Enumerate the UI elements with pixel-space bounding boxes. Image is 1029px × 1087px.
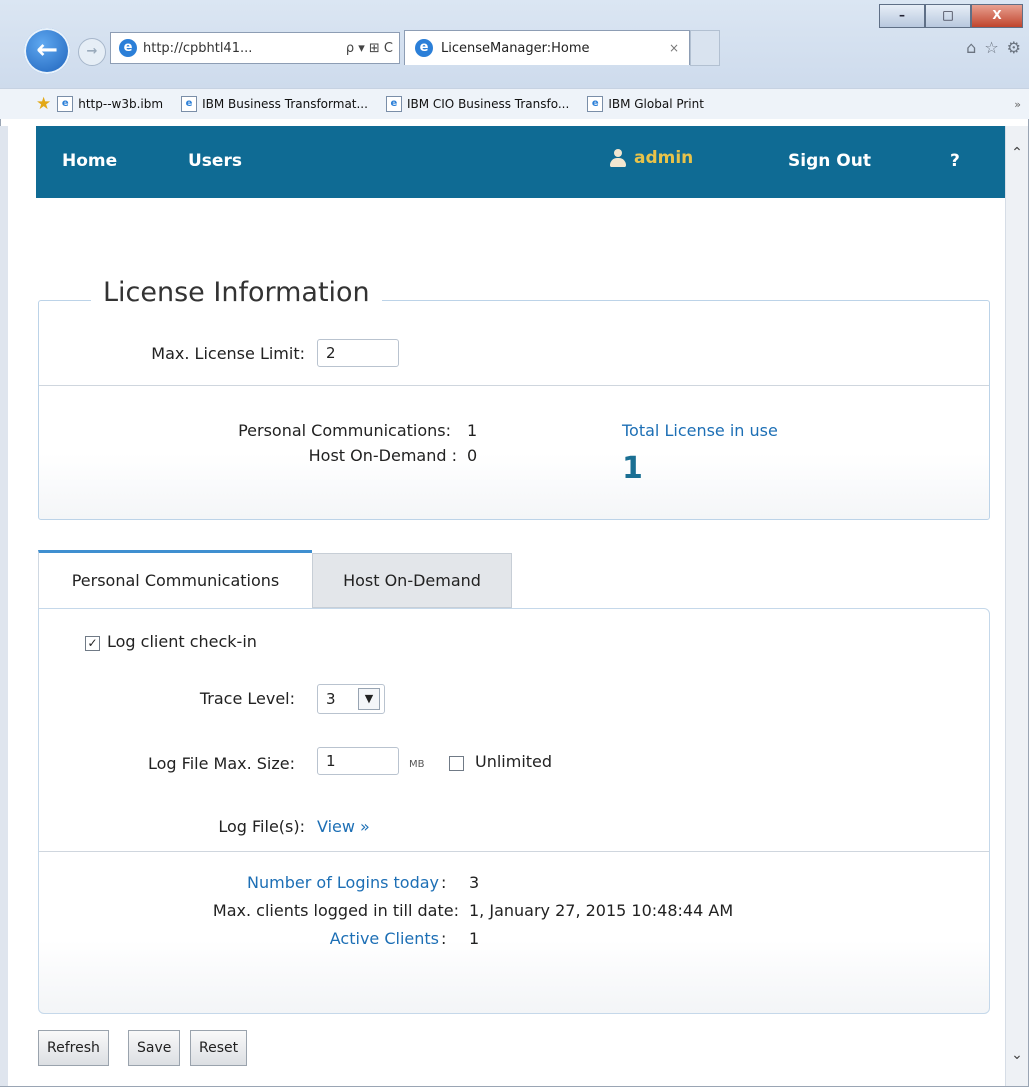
reset-button[interactable]: Reset <box>190 1030 248 1066</box>
trace-level-value: 3 <box>326 690 336 708</box>
pcomm-count-value: 1 <box>467 421 478 440</box>
unlimited-label: Unlimited <box>475 752 553 771</box>
log-file-max-size-label: Log File Max. Size: <box>147 754 295 773</box>
ie-page-icon: e <box>181 96 198 112</box>
favorite-link[interactable]: e IBM Global Print <box>587 96 704 112</box>
unlimited-checkbox[interactable] <box>449 756 464 771</box>
max-clients-label: Max. clients logged in till date: <box>212 901 459 920</box>
browser-tools: ⌂ ☆ ⚙ <box>966 38 1021 57</box>
home-icon[interactable]: ⌂ <box>966 38 976 57</box>
browser-chrome: – □ X ← → e http://cpbhtl41... ρ ▾ ⊞ C e… <box>0 0 1029 119</box>
number-of-logins-value: 3 <box>469 873 480 892</box>
tab-panel-personal-communications: ✓ Log client check-in Trace Level: 3 ▼ L… <box>38 608 990 1014</box>
gear-icon[interactable]: ⚙ <box>1007 38 1021 57</box>
license-information-title: License Information <box>91 277 382 308</box>
max-clients-value: 1, January 27, 2015 10:48:44 AM <box>469 901 734 920</box>
address-controls[interactable]: ρ ▾ ⊞ C <box>346 41 393 56</box>
tab-close-icon[interactable]: × <box>669 41 679 55</box>
section-divider <box>39 385 989 386</box>
nav-help[interactable]: ? <box>950 151 960 171</box>
active-clients-value: 1 <box>469 929 480 948</box>
forward-arrow-icon[interactable]: → <box>78 38 106 66</box>
more-favorites-icon[interactable]: » <box>1014 98 1021 111</box>
trace-level-select[interactable]: 3 ▼ <box>317 684 385 714</box>
scroll-up-icon[interactable]: ⌃ <box>1006 142 1028 164</box>
license-information-section: License Information Max. License Limit: … <box>38 277 990 520</box>
window-left-edge <box>0 126 8 1086</box>
minimize-button[interactable]: – <box>879 4 925 28</box>
favorites-star-icon[interactable]: ★ <box>36 94 51 114</box>
nav-user[interactable]: admin <box>610 148 693 168</box>
new-tab-button[interactable] <box>690 30 720 66</box>
log-file-size-unit: MB <box>409 759 425 770</box>
favorite-link[interactable]: e IBM CIO Business Transfo... <box>385 96 569 112</box>
browser-window: – □ X ← → e http://cpbhtl41... ρ ▾ ⊞ C e… <box>0 0 1029 1087</box>
max-license-limit-input[interactable]: 2 <box>317 339 399 367</box>
favorites-star-icon[interactable]: ☆ <box>984 38 998 57</box>
address-bar[interactable]: e http://cpbhtl41... ρ ▾ ⊞ C <box>110 32 400 64</box>
log-files-label: Log File(s): <box>218 817 305 836</box>
favorites-bar: ★ e http--w3b.ibm e IBM Business Transform… <box>0 88 1029 119</box>
vertical-scrollbar[interactable]: ⌃ ⌄ <box>1005 126 1028 1086</box>
maximize-button[interactable]: □ <box>925 4 971 28</box>
app-nav-bar: Home Users admin Sign Out ? <box>36 126 1005 198</box>
hod-count-value: 0 <box>467 446 478 465</box>
colon: : <box>441 873 447 892</box>
scroll-down-icon[interactable]: ⌄ <box>1006 1044 1028 1066</box>
nav-sign-out[interactable]: Sign Out <box>788 151 871 171</box>
refresh-button[interactable]: Refresh <box>38 1030 109 1066</box>
ie-page-icon: e <box>415 39 433 57</box>
hod-count-label: Host On-Demand : <box>308 446 457 465</box>
chevron-down-icon[interactable]: ▼ <box>358 688 380 710</box>
max-license-limit-label: Max. License Limit: <box>151 344 305 363</box>
nav-home[interactable]: Home <box>62 151 117 171</box>
section-divider <box>39 851 989 852</box>
trace-level-label: Trace Level: <box>199 689 295 708</box>
ie-page-icon: e <box>119 39 137 57</box>
log-client-checkin-checkbox[interactable]: ✓ <box>85 636 100 651</box>
user-name: admin <box>634 148 694 168</box>
user-icon <box>610 149 626 167</box>
view-log-files-link[interactable]: View » <box>317 817 370 836</box>
total-license-label: Total License in use <box>622 421 778 440</box>
log-client-checkin-label: Log client check-in <box>107 632 257 651</box>
favorite-link[interactable]: e http--w3b.ibm <box>57 96 163 112</box>
back-arrow-icon[interactable]: ← <box>24 28 70 74</box>
number-of-logins-link[interactable]: Number of Logins today <box>99 873 439 892</box>
favorite-link[interactable]: e IBM Business Transformat... <box>181 96 368 112</box>
address-text[interactable]: http://cpbhtl41... <box>143 41 252 56</box>
active-clients-link[interactable]: Active Clients <box>99 929 439 948</box>
close-button[interactable]: X <box>971 4 1023 28</box>
tab-title: LicenseManager:Home <box>441 40 590 56</box>
total-license-value: 1 <box>622 451 643 486</box>
save-button[interactable]: Save <box>128 1030 181 1066</box>
tab-personal-communications[interactable]: Personal Communications <box>38 550 312 608</box>
pcomm-count-label: Personal Communications: <box>238 421 451 440</box>
nav-users[interactable]: Users <box>188 151 242 171</box>
ie-page-icon: e <box>57 96 74 112</box>
window-controls: – □ X <box>879 4 1023 28</box>
ie-page-icon: e <box>385 96 402 112</box>
colon: : <box>441 929 447 948</box>
tab-host-on-demand[interactable]: Host On-Demand <box>312 553 512 608</box>
log-file-max-size-input[interactable]: 1 <box>317 747 399 775</box>
ie-page-icon: e <box>587 96 604 112</box>
browser-tab[interactable]: e LicenseManager:Home × <box>404 30 690 65</box>
